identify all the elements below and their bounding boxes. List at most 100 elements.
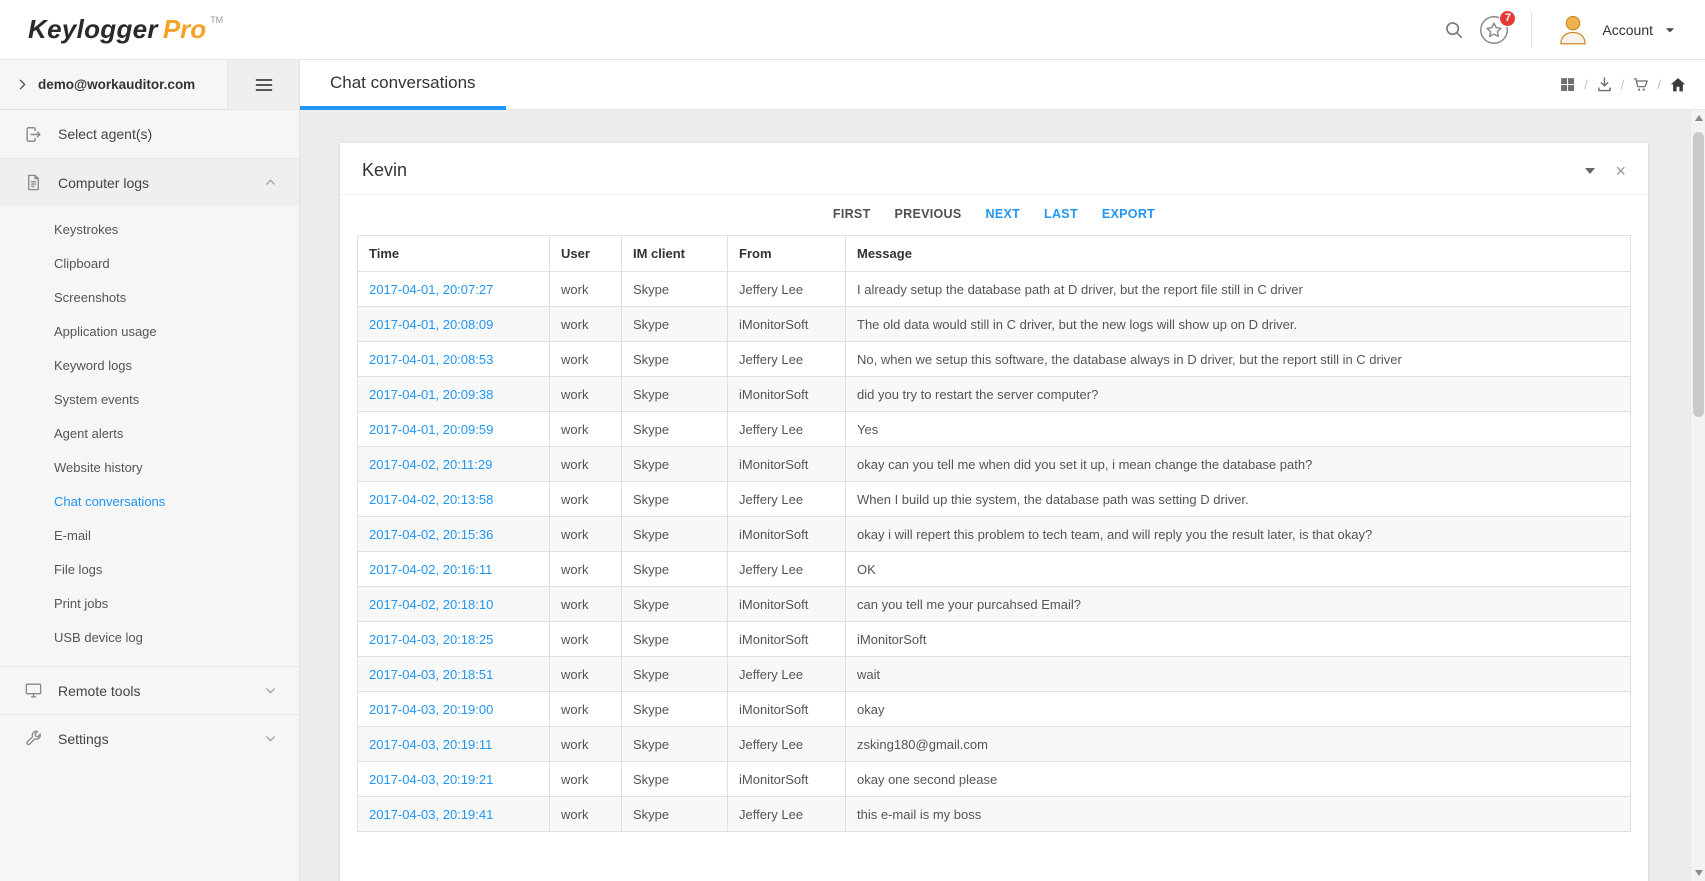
table-row: 2017-04-03, 20:19:00workSkypeiMonitorSof… [358,692,1631,727]
scrollbar-thumb[interactable] [1693,132,1704,417]
cell-from: Jeffery Lee [728,342,846,377]
sidebar-item-select-agents[interactable]: Select agent(s) [0,110,299,158]
home-button[interactable] [1669,76,1687,94]
cell-from: Jeffery Lee [728,482,846,517]
table-row: 2017-04-03, 20:18:25workSkypeiMonitorSof… [358,622,1631,657]
sidebar-item-print-jobs[interactable]: Print jobs [0,586,299,620]
cell-im-client: Skype [622,692,728,727]
sidebar-item-computer-logs[interactable]: Computer logs [0,158,299,206]
pagination-export[interactable]: EXPORT [1102,207,1155,221]
sidebar-item-settings[interactable]: Settings [0,714,299,762]
chat-log-table: TimeUserIM clientFromMessage 2017-04-01,… [357,235,1631,832]
cell-user: work [550,552,622,587]
main-area: Chat conversations / / [300,60,1705,881]
menu-toggle-button[interactable] [227,60,299,109]
download-button[interactable] [1596,76,1613,93]
cell-im-client: Skype [622,412,728,447]
vertical-scrollbar[interactable] [1690,110,1705,881]
time-link[interactable]: 2017-04-03, 20:19:00 [358,692,550,727]
account-menu[interactable]: Account [1554,11,1685,49]
sidebar-item-keyword-logs[interactable]: Keyword logs [0,348,299,382]
sidebar-item-application-usage[interactable]: Application usage [0,314,299,348]
pagination-previous[interactable]: PREVIOUS [895,207,962,221]
page-header-actions: / / / [1559,76,1687,94]
table-row: 2017-04-02, 20:15:36workSkypeiMonitorSof… [358,517,1631,552]
sidebar-item-chat-conversations[interactable]: Chat conversations [0,484,299,518]
table-row: 2017-04-02, 20:18:10workSkypeiMonitorSof… [358,587,1631,622]
scroll-down-button[interactable] [1691,865,1705,881]
column-header-from: From [728,236,846,272]
select-agents-icon [24,125,43,144]
column-header-time: Time [358,236,550,272]
cell-message: The old data would still in C driver, bu… [846,307,1631,342]
close-panel-button[interactable]: × [1615,162,1626,180]
favorites-button[interactable]: 7 [1479,15,1509,45]
cell-user: work [550,447,622,482]
panel-controls: × [1585,162,1626,180]
scroll-up-icon [1695,115,1703,121]
search-button[interactable] [1443,19,1465,41]
sidebar-item-screenshots[interactable]: Screenshots [0,280,299,314]
time-link[interactable]: 2017-04-01, 20:08:09 [358,307,550,342]
sidebar-item-website-history[interactable]: Website history [0,450,299,484]
dashboard-button[interactable] [1559,76,1576,93]
pagination-next[interactable]: NEXT [986,207,1021,221]
time-link[interactable]: 2017-04-02, 20:16:11 [358,552,550,587]
cell-from: Jeffery Lee [728,552,846,587]
time-link[interactable]: 2017-04-01, 20:09:59 [358,412,550,447]
table-row: 2017-04-03, 20:19:41workSkypeJeffery Lee… [358,797,1631,832]
time-link[interactable]: 2017-04-03, 20:19:11 [358,727,550,762]
sidebar-item-file-logs[interactable]: File logs [0,552,299,586]
time-link[interactable]: 2017-04-03, 20:19:41 [358,797,550,832]
column-header-user: User [550,236,622,272]
chevron-down-icon [1663,23,1677,37]
time-link[interactable]: 2017-04-02, 20:13:58 [358,482,550,517]
time-link[interactable]: 2017-04-01, 20:09:38 [358,377,550,412]
sidebar-item-agent-alerts[interactable]: Agent alerts [0,416,299,450]
top-bar: Keylogger Pro TM 7 [0,0,1705,60]
cell-im-client: Skype [622,657,728,692]
grid-icon [1559,76,1576,93]
cell-message: okay i will repert this problem to tech … [846,517,1631,552]
pagination-first[interactable]: FIRST [833,207,871,221]
time-link[interactable]: 2017-04-03, 20:18:51 [358,657,550,692]
time-link[interactable]: 2017-04-01, 20:08:53 [358,342,550,377]
sidebar-subitem-label: Clipboard [54,256,110,271]
sidebar-subitem-label: Print jobs [54,596,108,611]
cell-user: work [550,377,622,412]
cell-user: work [550,342,622,377]
table-head: TimeUserIM clientFromMessage [358,236,1631,272]
sidebar-account[interactable]: demo@workauditor.com [0,60,227,109]
time-link[interactable]: 2017-04-03, 20:18:25 [358,622,550,657]
caret-down-icon [1585,168,1595,174]
cell-user: work [550,307,622,342]
sidebar-subitem-label: Agent alerts [54,426,123,441]
tab-chat-conversations[interactable]: Chat conversations [300,60,506,110]
time-link[interactable]: 2017-04-02, 20:15:36 [358,517,550,552]
time-link[interactable]: 2017-04-01, 20:07:27 [358,272,550,307]
time-link[interactable]: 2017-04-03, 20:19:21 [358,762,550,797]
cell-message: zsking180@gmail.com [846,727,1631,762]
sidebar-item-system-events[interactable]: System events [0,382,299,416]
cart-button[interactable] [1632,76,1649,93]
cell-user: work [550,272,622,307]
sidebar-item-remote-tools[interactable]: Remote tools [0,666,299,714]
pagination-last[interactable]: LAST [1044,207,1078,221]
document-icon [24,173,43,192]
time-link[interactable]: 2017-04-02, 20:11:29 [358,447,550,482]
collapse-panel-button[interactable] [1585,168,1595,174]
cell-message: did you try to restart the server comput… [846,377,1631,412]
sidebar-item-usb-device-log[interactable]: USB device log [0,620,299,654]
sidebar-subitem-label: Keystrokes [54,222,118,237]
sidebar-item-clipboard[interactable]: Clipboard [0,246,299,280]
sidebar-subitem-label: Application usage [54,324,157,339]
close-icon: × [1615,162,1626,180]
sidebar-subitem-label: System events [54,392,139,407]
time-link[interactable]: 2017-04-02, 20:18:10 [358,587,550,622]
scroll-up-button[interactable] [1691,110,1705,126]
cell-from: iMonitorSoft [728,307,846,342]
sidebar-item-keystrokes[interactable]: Keystrokes [0,212,299,246]
wrench-icon [24,729,43,748]
sidebar-item-e-mail[interactable]: E-mail [0,518,299,552]
cell-from: Jeffery Lee [728,412,846,447]
